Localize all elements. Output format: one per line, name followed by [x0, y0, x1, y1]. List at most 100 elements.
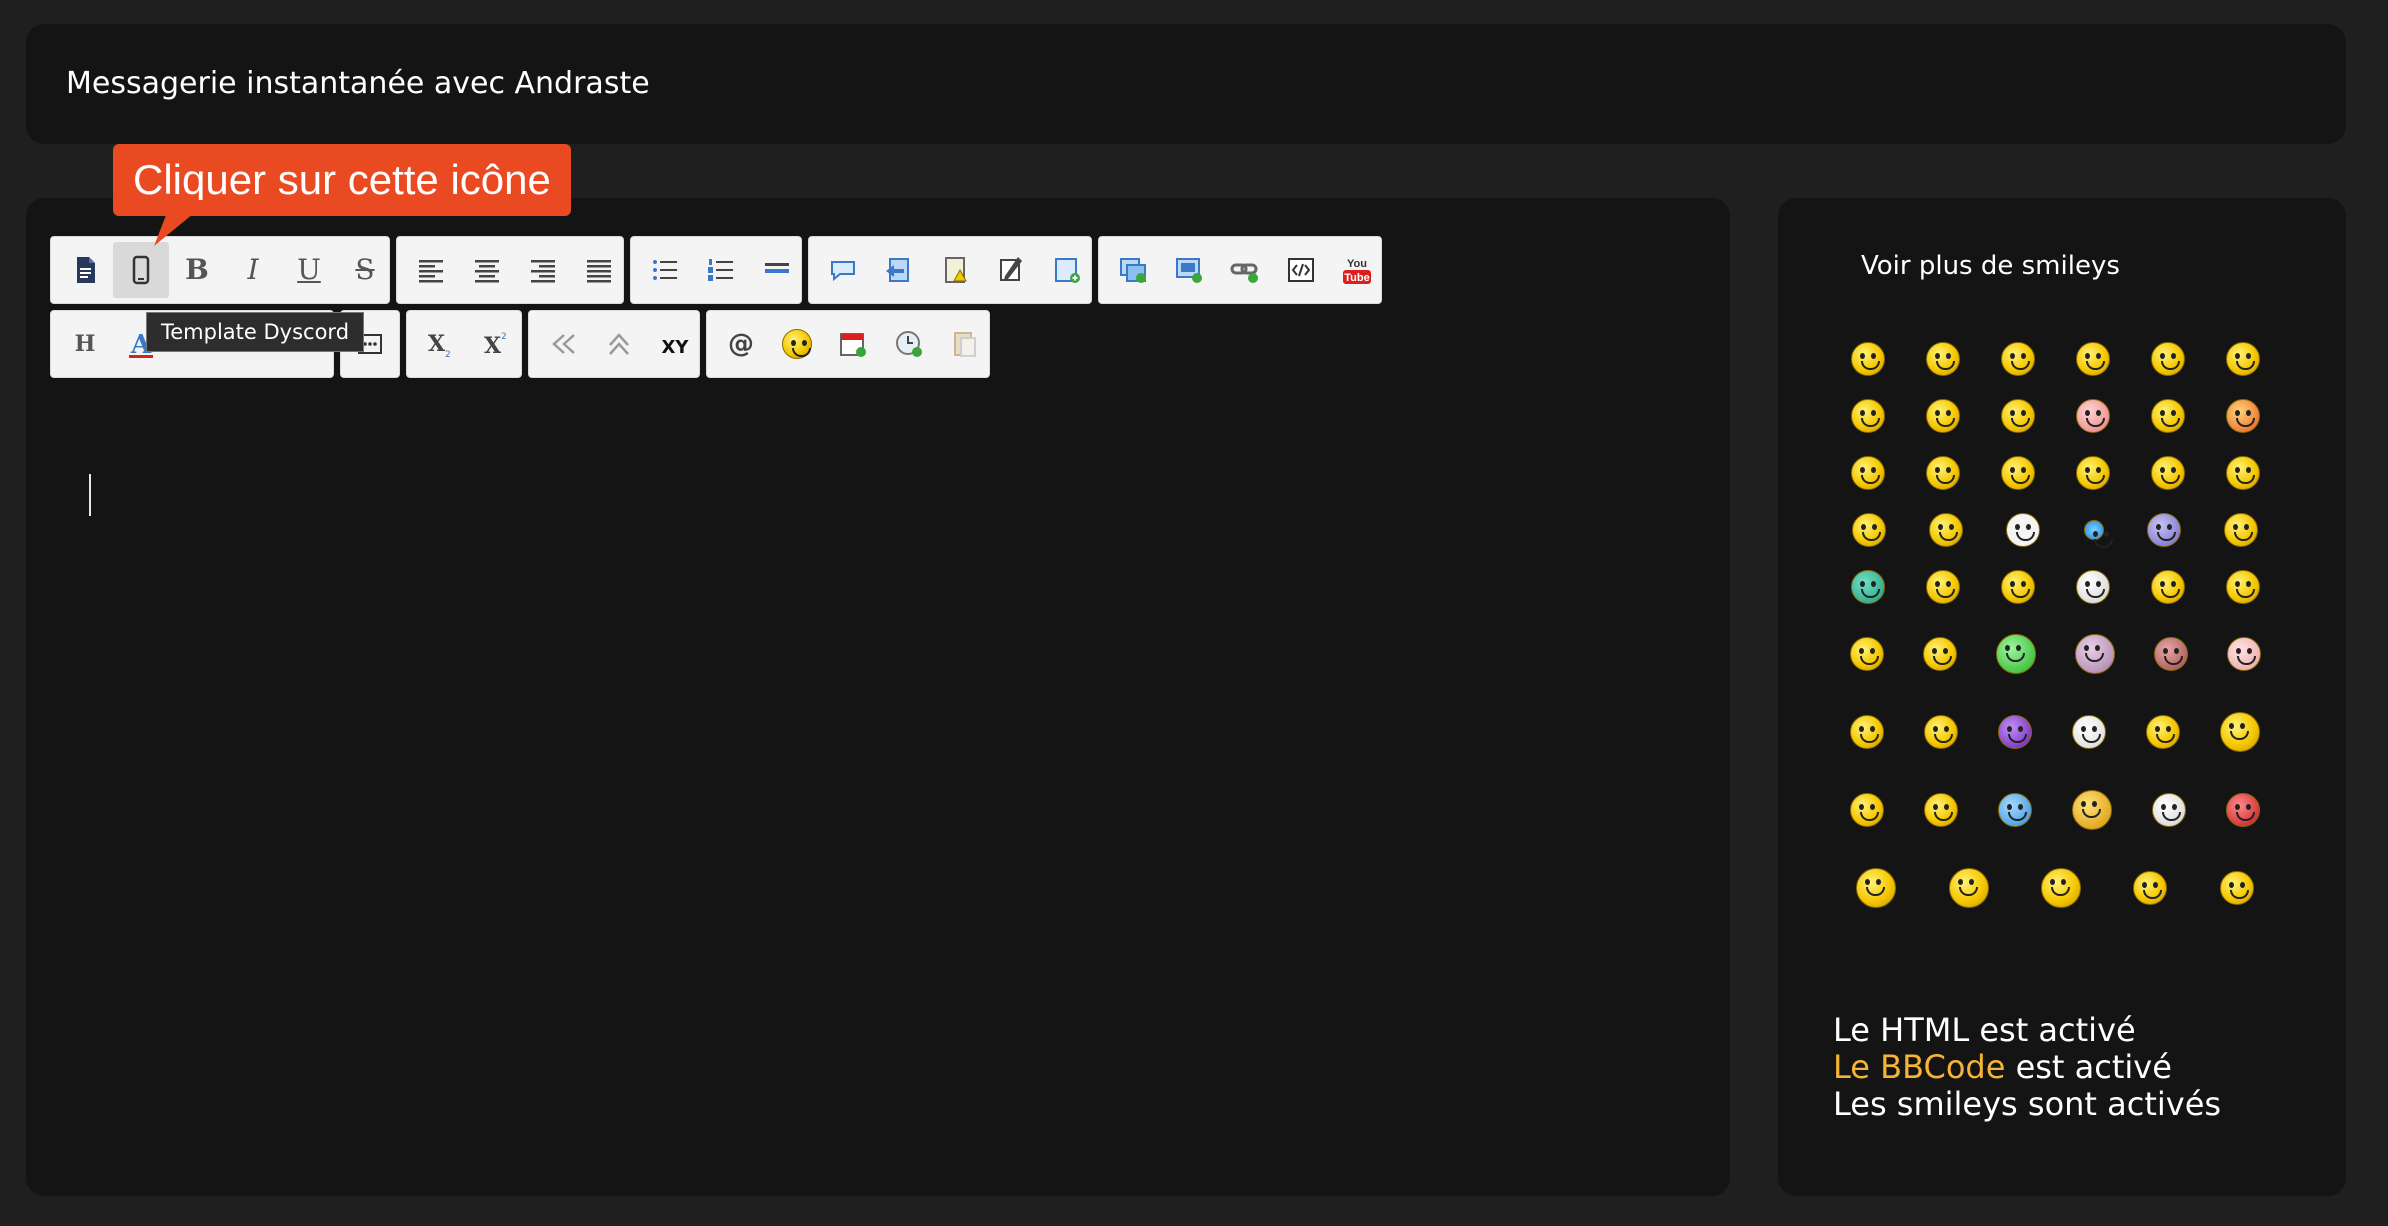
subscript-button[interactable]: X2: [413, 316, 469, 372]
bold-button[interactable]: B: [169, 242, 225, 298]
smiley-icon[interactable]: [1948, 868, 1989, 908]
align-justify-button[interactable]: [571, 242, 627, 298]
smiley-icon[interactable]: [2146, 512, 2181, 547]
glow-button[interactable]: [591, 316, 647, 372]
hide-button[interactable]: [927, 242, 983, 298]
smiley-icon[interactable]: [2146, 715, 2180, 749]
smiley-icon[interactable]: [2153, 637, 2188, 671]
smiley-icon[interactable]: [1998, 793, 2032, 827]
smiley-grid: [1830, 330, 2280, 927]
smiley-icon[interactable]: [2040, 868, 2081, 908]
edit-button[interactable]: [983, 242, 1039, 298]
smiley-icon[interactable]: [2083, 519, 2113, 548]
reverse-glyph: XY: [662, 337, 690, 358]
smiley-icon[interactable]: [2225, 569, 2260, 604]
image-host-button[interactable]: [1161, 242, 1217, 298]
smiley-icon[interactable]: [1995, 634, 2036, 674]
smiley-icon[interactable]: [1850, 455, 1885, 490]
smiley-icon[interactable]: [2072, 715, 2106, 749]
smiley-icon[interactable]: [2075, 569, 2110, 604]
smiley-icon[interactable]: [2150, 398, 2185, 433]
smiley-icon[interactable]: [2072, 790, 2112, 830]
date-insert-button[interactable]: [825, 316, 881, 372]
smiley-icon[interactable]: [1850, 793, 1884, 827]
youtube-button[interactable]: You Tube: [1329, 242, 1385, 298]
quote-button[interactable]: [815, 242, 871, 298]
smiley-icon[interactable]: [1925, 398, 1960, 433]
smiley-button[interactable]: [769, 316, 825, 372]
smiley-icon[interactable]: [1925, 341, 1960, 376]
smiley-icon[interactable]: [1849, 637, 1884, 671]
smiley-icon[interactable]: [2225, 455, 2260, 490]
smiley-icon[interactable]: [1998, 715, 2032, 749]
align-right-button[interactable]: [515, 242, 571, 298]
image-insert-button[interactable]: [1105, 242, 1161, 298]
time-insert-button[interactable]: [881, 316, 937, 372]
smiley-icon[interactable]: [1856, 868, 1897, 908]
table-insert-icon: [1055, 258, 1080, 283]
smiley-icon[interactable]: [1925, 569, 1960, 604]
youtube-bottom-text: Tube: [1344, 272, 1369, 284]
smiley-icon[interactable]: [2133, 871, 2168, 905]
smiley-icon[interactable]: [2226, 637, 2261, 671]
bullet-list-button[interactable]: [637, 242, 693, 298]
smiley-icon[interactable]: [2225, 341, 2260, 376]
smiley-icon[interactable]: [1925, 455, 1960, 490]
underline-icon: U: [297, 253, 321, 286]
spoiler-button[interactable]: [871, 242, 927, 298]
heading-button[interactable]: H: [57, 316, 113, 372]
smiley-icon[interactable]: [1924, 793, 1958, 827]
smiley-icon[interactable]: [2150, 455, 2185, 490]
link-button[interactable]: [1217, 242, 1273, 298]
align-left-button[interactable]: [403, 242, 459, 298]
smiley-icon[interactable]: [2075, 455, 2110, 490]
smiley-icon[interactable]: [1850, 715, 1884, 749]
strikethrough-button[interactable]: S: [337, 242, 393, 298]
smiley-icon[interactable]: [2152, 793, 2186, 827]
smiley-icon[interactable]: [1850, 341, 1885, 376]
svg-text:2: 2: [445, 350, 451, 360]
smiley-icon[interactable]: [2074, 634, 2115, 674]
smiley-icon[interactable]: [2075, 341, 2110, 376]
smiley-icon[interactable]: [2000, 398, 2035, 433]
underline-button[interactable]: U: [281, 242, 337, 298]
table-insert-button[interactable]: [1039, 242, 1095, 298]
smiley-icon[interactable]: [2006, 512, 2041, 547]
paste-button[interactable]: [937, 316, 993, 372]
align-center-button[interactable]: [459, 242, 515, 298]
toolbar-group-media: You Tube: [1098, 236, 1382, 304]
italic-button[interactable]: I: [225, 242, 281, 298]
smiley-icon[interactable]: [2226, 793, 2260, 827]
smiley-icon[interactable]: [1924, 715, 1958, 749]
smiley-icon[interactable]: [2225, 398, 2260, 433]
smiley-icon[interactable]: [1850, 569, 1885, 604]
smiley-icon[interactable]: [2075, 398, 2110, 433]
align-justify-icon: [587, 260, 611, 283]
smiley-icon[interactable]: [2000, 455, 2035, 490]
smiley-icon[interactable]: [2000, 569, 2035, 604]
smiley-row: [1830, 693, 2280, 771]
flip-button[interactable]: [535, 316, 591, 372]
smiley-icon[interactable]: [2219, 871, 2254, 905]
smiley-icon[interactable]: [2150, 569, 2185, 604]
document-button[interactable]: [57, 242, 113, 298]
smiley-icon[interactable]: [2000, 341, 2035, 376]
bbcode-link[interactable]: Le BBCode: [1833, 1048, 2005, 1086]
mention-button[interactable]: @: [713, 316, 769, 372]
smiley-icon[interactable]: [2224, 512, 2259, 547]
smiley-icon[interactable]: [1922, 637, 1957, 671]
reverse-button[interactable]: XY: [647, 316, 703, 372]
superscript-icon: X2: [484, 332, 507, 359]
smiley-icon[interactable]: [2150, 341, 2185, 376]
code-button[interactable]: [1273, 242, 1329, 298]
superscript-button[interactable]: X2: [469, 316, 525, 372]
horizontal-rule-button[interactable]: [749, 242, 805, 298]
bullet-list-icon: [653, 260, 677, 280]
smiley-icon[interactable]: [1928, 512, 1963, 547]
smiley-icon[interactable]: [1850, 398, 1885, 433]
smiley-icon[interactable]: [1851, 512, 1886, 547]
smiley-icon[interactable]: [2220, 712, 2260, 752]
numbered-list-button[interactable]: [693, 242, 749, 298]
more-smileys-link[interactable]: Voir plus de smileys: [1861, 251, 2120, 281]
template-dyscord-button[interactable]: [113, 242, 169, 298]
